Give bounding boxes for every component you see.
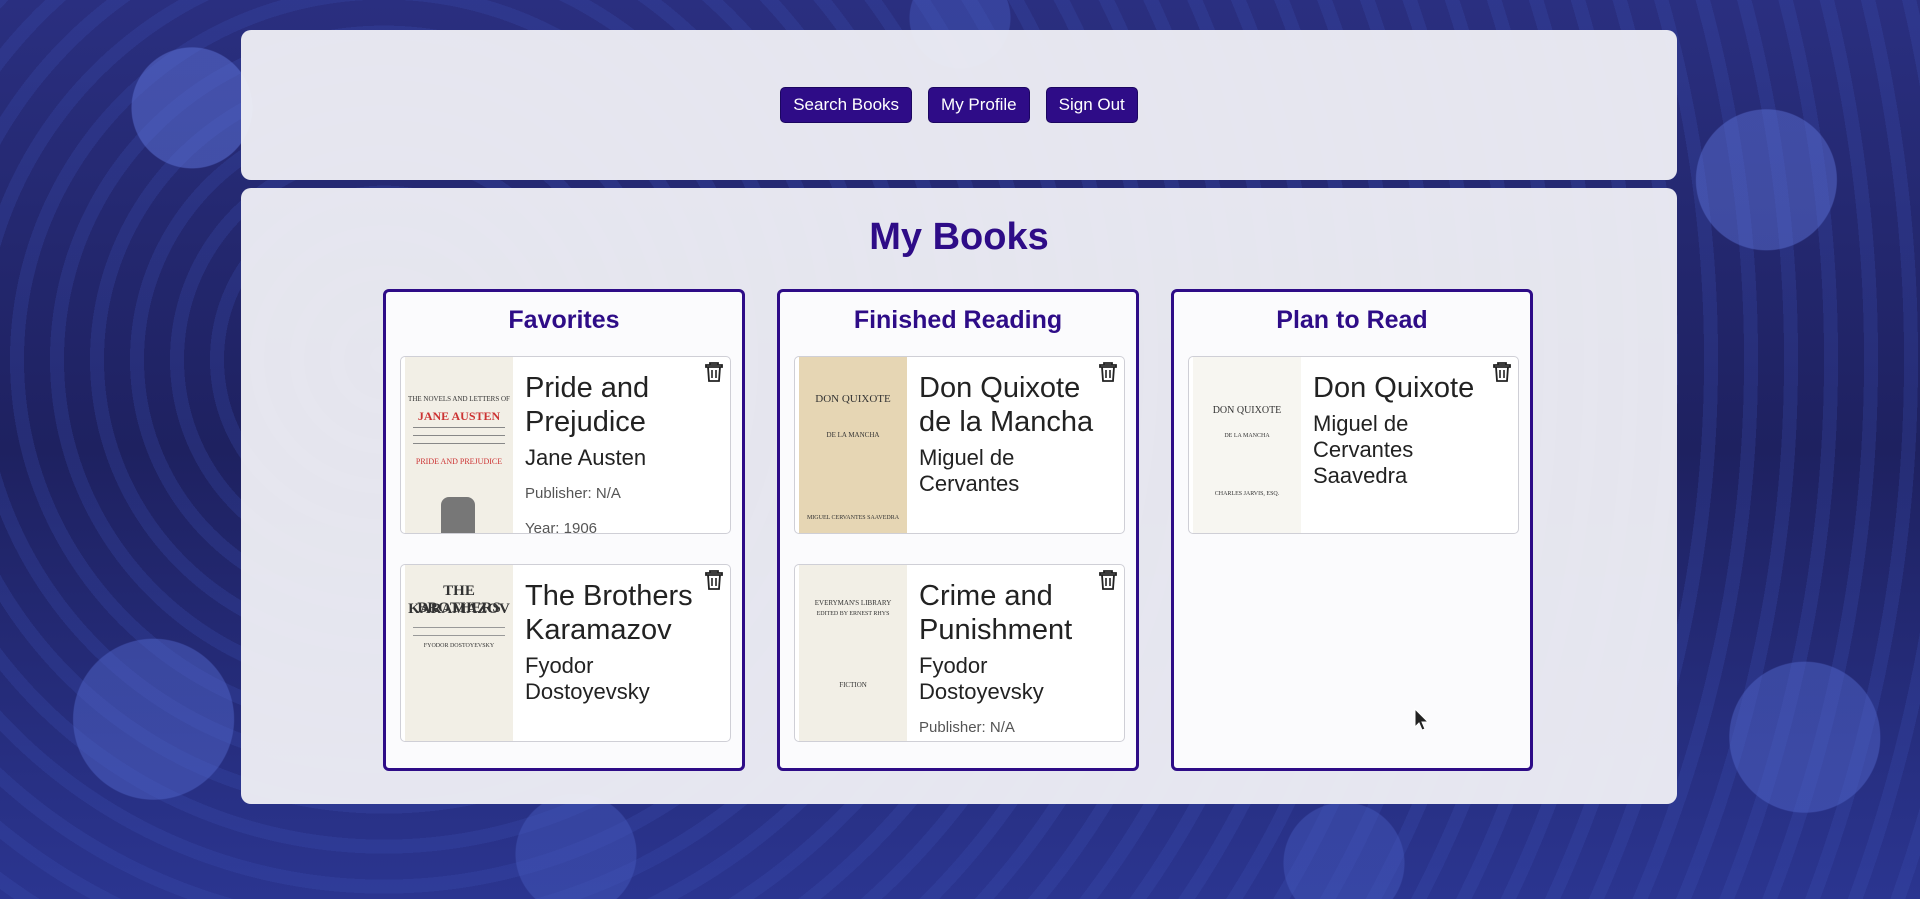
book-title: Pride and Prejudice (525, 372, 650, 438)
page-title: My Books (869, 216, 1049, 258)
book-publisher: Publisher: N/A (919, 719, 1015, 736)
book-author: Fyodor Dostoyevsky (525, 653, 650, 704)
search-books-button[interactable]: Search Books (780, 87, 913, 123)
top-nav: Search Books My Profile Sign Out (241, 30, 1677, 180)
sign-out-button[interactable]: Sign Out (1045, 87, 1138, 123)
book-author: Jane Austen (525, 445, 647, 470)
trash-icon[interactable] (704, 569, 724, 591)
book-card[interactable]: DON QUIXOTE DE LA MANCHA MIGUEL CERVANTE… (794, 356, 1125, 534)
trash-icon[interactable] (1492, 361, 1512, 383)
plan-to-read-list: Plan to Read DON QUIXOTE DE LA MANCHA CH… (1171, 289, 1533, 771)
book-cover: THE BROTHERS KARAMAZOV FYODOR DOSTOYEVSK… (405, 565, 513, 741)
book-card[interactable]: DON QUIXOTE DE LA MANCHA CHARLES JARVIS,… (1188, 356, 1519, 534)
book-card[interactable]: THE NOVELS AND LETTERS OF JANE AUSTEN PR… (400, 356, 731, 534)
list-title-plan-to-read: Plan to Read (1276, 306, 1428, 334)
my-profile-button[interactable]: My Profile (928, 87, 1030, 123)
book-author: Miguel de Cervantes (919, 445, 1020, 496)
book-cover: EVERYMAN'S LIBRARY EDITED BY ERNEST RHYS… (799, 565, 907, 741)
book-card[interactable]: THE BROTHERS KARAMAZOV FYODOR DOSTOYEVSK… (400, 564, 731, 742)
book-cover: DON QUIXOTE DE LA MANCHA CHARLES JARVIS,… (1193, 357, 1301, 533)
book-cover: DON QUIXOTE DE LA MANCHA MIGUEL CERVANTE… (799, 357, 907, 533)
trash-icon[interactable] (1098, 361, 1118, 383)
book-publisher: Publisher: N/A (525, 485, 621, 502)
book-cover: THE NOVELS AND LETTERS OF JANE AUSTEN PR… (405, 357, 513, 533)
trash-icon[interactable] (704, 361, 724, 383)
my-books-panel: My Books Favorites THE NOVELS AND LETTER… (241, 188, 1677, 804)
list-title-finished-reading: Finished Reading (853, 306, 1063, 334)
trash-icon[interactable] (1098, 569, 1118, 591)
book-year: Year: 1906 (525, 520, 598, 534)
book-title: Crime and Punishment (919, 580, 1073, 646)
book-author: Fyodor Dostoyevsky (919, 653, 1044, 704)
book-title: Don Quixote de la Mancha (919, 372, 1094, 438)
book-author: Miguel de Cervantes Saavedra (1313, 411, 1414, 488)
book-card[interactable]: EVERYMAN'S LIBRARY EDITED BY ERNEST RHYS… (794, 564, 1125, 742)
book-title: The Brothers Karamazov (525, 580, 693, 646)
favorites-list: Favorites THE NOVELS AND LETTERS OF JANE… (383, 289, 745, 771)
finished-reading-list: Finished Reading DON QUIXOTE DE LA MANCH… (777, 289, 1139, 771)
book-title: Don Quixote (1313, 372, 1475, 404)
mouse-cursor-icon (1414, 707, 1430, 737)
list-title-favorites: Favorites (508, 306, 620, 334)
